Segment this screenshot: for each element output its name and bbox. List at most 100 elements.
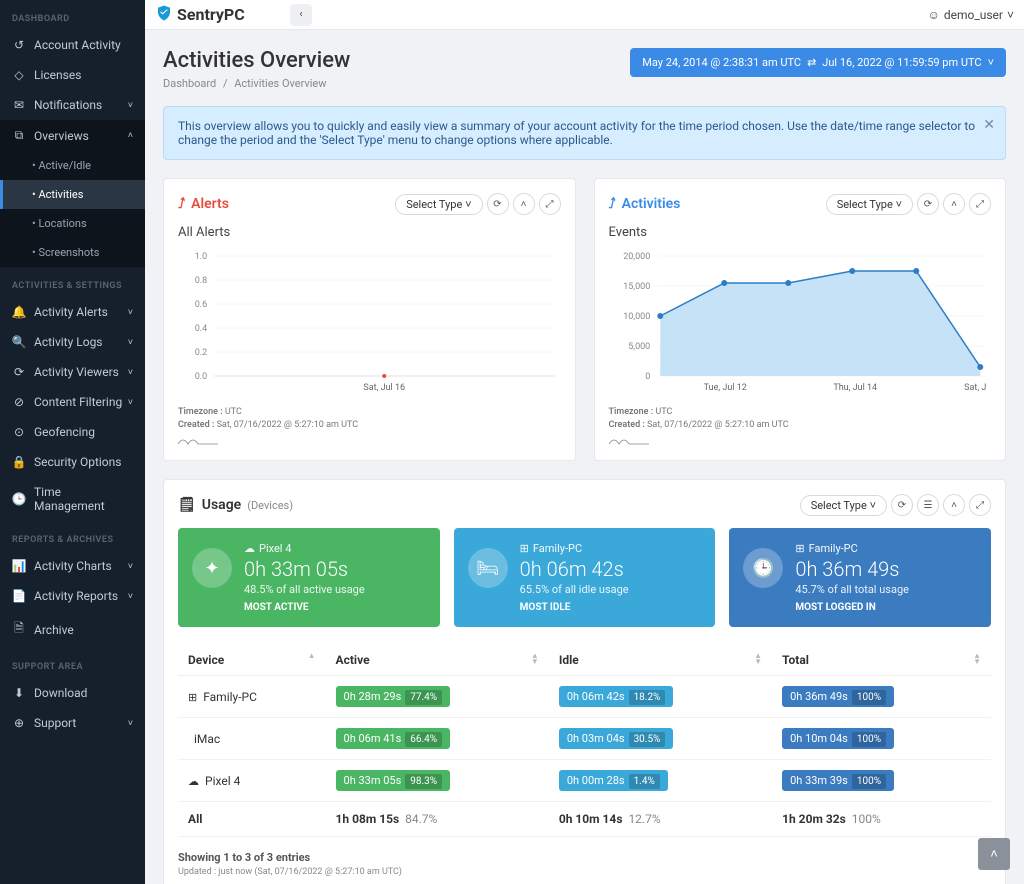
table-entries: Showing 1 to 3 of 3 entries [178,851,991,864]
stat-most-logged-in: 🕒 ⊞ Family-PC 0h 36m 49s 45.7% of all to… [729,528,991,627]
alerts-select-type[interactable]: Select Type ˅ [395,194,482,215]
stat-tag: MOST LOGGED IN [795,602,977,613]
nav-icon: 🔍 [12,335,26,349]
sidebar-subitem-active-idle[interactable]: • Active/Idle [0,151,145,180]
sidebar-item-overviews[interactable]: ⧉Overviews˄ [0,120,145,151]
sidebar-item-download[interactable]: ⬇Download [0,678,145,708]
sidebar-item-geofencing[interactable]: ⊙Geofencing [0,417,145,447]
user-icon: ☺ [928,8,940,22]
sidebar-item-activity-logs[interactable]: 🔍Activity Logs˅ [0,327,145,357]
scroll-top-button[interactable]: ˄ [978,838,1010,870]
sort-icon: ▲▼ [973,653,981,664]
usage-table: Device▲Active▲▼Idle▲▼Total▲▼ ⊞Family-PC … [178,645,991,837]
user-label: demo_user [944,8,1003,22]
col-total[interactable]: Total▲▼ [772,645,991,676]
crumb-dashboard[interactable]: Dashboard [163,77,216,90]
expand-button[interactable]: ⤢ [969,494,991,516]
shield-icon [155,4,173,26]
sidebar-subitem-screenshots[interactable]: • Screenshots [0,238,145,267]
alerts-card: ⭜ Alerts Select Type ˅ ⟳ ˄ ⤢ All Alerts [163,178,576,461]
activities-select-type[interactable]: Select Type ˅ [826,194,913,215]
sidebar-item-security-options[interactable]: 🔒Security Options [0,447,145,477]
collapse-button[interactable]: ˄ [513,193,535,215]
chevron-down-icon: ˅ [128,100,133,111]
crumb-current: Activities Overview [234,77,326,90]
chevron-down-icon: ˅ [465,198,471,211]
sidebar-item-activity-viewers[interactable]: ⟳Activity Viewers˅ [0,357,145,387]
sidebar-item-archive[interactable]: 🗎Archive [0,611,145,648]
col-device[interactable]: Device▲ [178,645,326,676]
swap-icon: ⇄ [807,56,816,69]
expand-icon: ⤢ [546,199,554,210]
sidebar-subitem-activities[interactable]: • Activities [0,180,145,209]
info-text: This overview allows you to quickly and … [178,119,975,147]
list-button[interactable]: ☰ [917,494,939,516]
svg-text:0.2: 0.2 [195,348,208,358]
sidebar-subitem-locations[interactable]: • Locations [0,209,145,238]
idle-pill: 0h 00m 28s1.4% [559,770,668,791]
device-icon: ⊞ [795,542,804,555]
total-pill: 0h 10m 04s100% [782,728,894,749]
chevron-down-icon: ˅ [128,307,133,318]
sidebar-item-account-activity[interactable]: ↺Account Activity [0,30,145,60]
col-idle[interactable]: Idle▲▼ [549,645,772,676]
chevron-down-icon: ˅ [128,337,133,348]
breadcrumb: Dashboard / Activities Overview [163,77,350,90]
device-icon: ⊞ [188,691,197,704]
nav-icon: ⧉ [12,128,26,143]
refresh-button[interactable]: ⟳ [891,494,913,516]
brand-logo: SentryPC [155,4,290,26]
sidebar-item-notifications[interactable]: ✉Notifications˅ [0,90,145,120]
spark-icon [609,434,649,446]
device-icon: ⊞ [520,542,529,555]
main-content: Activities Overview Dashboard / Activiti… [145,30,1024,884]
user-menu[interactable]: ☺ demo_user ˅ [928,8,1014,22]
refresh-button[interactable]: ⟳ [917,193,939,215]
activities-footer: Timezone : UTC Created : Sat, 07/16/2022… [609,406,992,446]
collapse-button[interactable]: ˄ [943,494,965,516]
nav-icon: ⟳ [12,365,26,379]
sidebar-item-activity-alerts[interactable]: 🔔Activity Alerts˅ [0,297,145,327]
stat-desc: 65.5% of all idle usage [520,583,702,596]
nav-icon: ⊙ [12,425,26,439]
stat-value: 0h 36m 49s [795,557,977,581]
chart-icon: ⭜ [609,196,616,212]
sidebar-section: REPORTS & ARCHIVES [0,521,145,551]
svg-text:10,000: 10,000 [623,312,650,322]
sidebar-item-activity-reports[interactable]: 📄Activity Reports˅ [0,581,145,611]
alerts-title: ⭜ Alerts [178,196,229,212]
chevron-down-icon: ˅ [988,56,994,69]
nav-icon: 🔒 [12,455,26,469]
chevron-down-icon: ˅ [128,718,133,729]
chevron-up-icon: ˄ [951,500,957,511]
nav-icon: ✉ [12,98,26,112]
nav-icon: 📄 [12,589,26,603]
chevron-left-icon: ‹ [299,9,302,20]
stat-icon: ✦ [192,548,232,588]
active-pill: 0h 33m 05s98.3% [336,770,451,791]
chevron-up-icon: ˄ [990,846,998,862]
activities-subtitle: Events [609,225,992,240]
chevron-down-icon: ˅ [1007,8,1014,22]
nav-icon: 📊 [12,559,26,573]
date-range-selector[interactable]: May 24, 2014 @ 2:38:31 am UTC ⇄ Jul 16, … [630,48,1006,77]
chevron-down-icon: ˅ [128,397,133,408]
nav-icon: 🗎 [12,619,26,640]
svg-text:Tue, Jul 12: Tue, Jul 12 [703,383,746,393]
sidebar-item-activity-charts[interactable]: 📊Activity Charts˅ [0,551,145,581]
nav-icon: 🕒 [12,492,26,506]
svg-text:0.0: 0.0 [195,372,208,382]
expand-button[interactable]: ⤢ [969,193,991,215]
sidebar-item-time-management[interactable]: 🕒Time Management [0,477,145,521]
col-active[interactable]: Active▲▼ [326,645,549,676]
usage-select-type[interactable]: Select Type ˅ [800,495,887,516]
expand-button[interactable]: ⤢ [539,193,561,215]
sidebar-item-content-filtering[interactable]: ⊘Content Filtering˅ [0,387,145,417]
collapse-button[interactable]: ˄ [943,193,965,215]
sidebar-item-support[interactable]: ⊕Support˅ [0,708,145,738]
refresh-button[interactable]: ⟳ [487,193,509,215]
nav-icon: ◇ [12,68,26,82]
sidebar-item-licenses[interactable]: ◇Licenses [0,60,145,90]
close-icon[interactable]: ✕ [983,117,995,133]
collapse-sidebar-button[interactable]: ‹ [290,4,312,26]
